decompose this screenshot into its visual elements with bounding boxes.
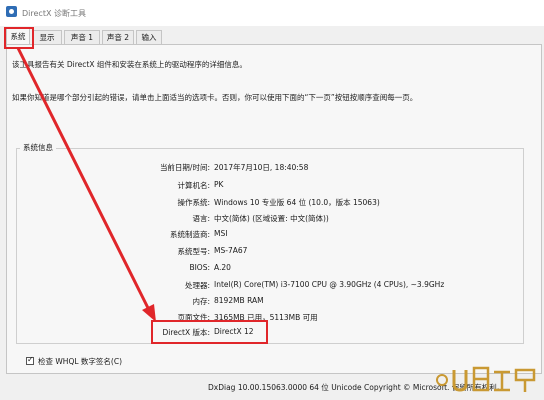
info-value: MSI <box>214 229 228 238</box>
info-label: 系统型号: <box>177 247 210 256</box>
system-info-title: 系统信息 <box>20 142 56 153</box>
info-row-model: 系统型号: MS-7A67 <box>0 246 544 260</box>
info-value: Intel(R) Core(TM) i3-7100 CPU @ 3.90GHz … <box>214 280 445 289</box>
info-label: 系统制造商: <box>169 230 210 239</box>
info-label: DirectX 版本: <box>162 328 210 337</box>
info-row-page-file: 页面文件: 3165MB 已用，5113MB 可用 <box>0 312 544 326</box>
tab-sound-2[interactable]: 声音 2 <box>102 30 134 44</box>
info-value: MS-7A67 <box>214 246 248 255</box>
info-row-language: 语言: 中文(简体) (区域设置: 中文(简体)) <box>0 213 544 227</box>
info-value: DirectX 12 <box>214 327 254 336</box>
info-value: Windows 10 专业版 64 位 (10.0，版本 15063) <box>214 198 380 207</box>
info-row-directx-version: DirectX 版本: DirectX 12 <box>0 327 544 341</box>
info-value: PK <box>214 180 224 189</box>
info-label: 页面文件: <box>177 313 210 322</box>
tab-bar: 系统 显示 声音 1 声音 2 输入 <box>0 27 544 45</box>
info-label: 处理器: <box>184 281 210 290</box>
info-label: 语言: <box>192 214 210 223</box>
info-label: BIOS: <box>189 263 210 272</box>
info-row-memory: 内存: 8192MB RAM <box>0 296 544 310</box>
tab-sound-1[interactable]: 声音 1 <box>64 30 100 44</box>
info-value: 中文(简体) (区域设置: 中文(简体)) <box>214 214 329 223</box>
info-row-bios: BIOS: A.20 <box>0 263 544 277</box>
info-label: 内存: <box>192 297 210 306</box>
info-row-manufacturer: 系统制造商: MSI <box>0 229 544 243</box>
info-value: 2017年7月10日, 18:40:58 <box>214 163 309 172</box>
info-row-computer-name: 计算机名: PK <box>0 180 544 194</box>
info-label: 计算机名: <box>177 181 210 190</box>
site-watermark-logo <box>432 360 542 398</box>
tab-input[interactable]: 输入 <box>136 30 162 44</box>
info-row-processor: 处理器: Intel(R) Core(TM) i3-7100 CPU @ 3.9… <box>0 280 544 294</box>
whql-checkbox-label[interactable]: 检查 WHQL 数字签名(C) <box>38 356 122 367</box>
window-title: DirectX 诊断工具 <box>22 9 86 18</box>
tab-system[interactable]: 系统 <box>6 27 30 45</box>
info-row-datetime: 当前日期/时间: 2017年7月10日, 18:40:58 <box>0 162 544 176</box>
info-row-os: 操作系统: Windows 10 专业版 64 位 (10.0，版本 15063… <box>0 197 544 211</box>
intro-line-2: 如果你知道是哪个部分引起的错误，请单击上面适当的选项卡。否则，你可以使用下面的“… <box>12 93 418 102</box>
info-label: 当前日期/时间: <box>159 163 210 172</box>
intro-line-1: 该工具报告有关 DirectX 组件和安装在系统上的驱动程序的详细信息。 <box>12 60 247 69</box>
info-value: 3165MB 已用，5113MB 可用 <box>214 313 318 322</box>
directx-app-icon <box>6 6 17 17</box>
info-value: A.20 <box>214 263 231 272</box>
title-bar: DirectX 诊断工具 <box>0 0 544 26</box>
whql-checkbox[interactable] <box>26 355 34 365</box>
info-label: 操作系统: <box>177 198 210 207</box>
tab-display[interactable]: 显示 <box>32 30 62 44</box>
info-value: 8192MB RAM <box>214 296 264 305</box>
